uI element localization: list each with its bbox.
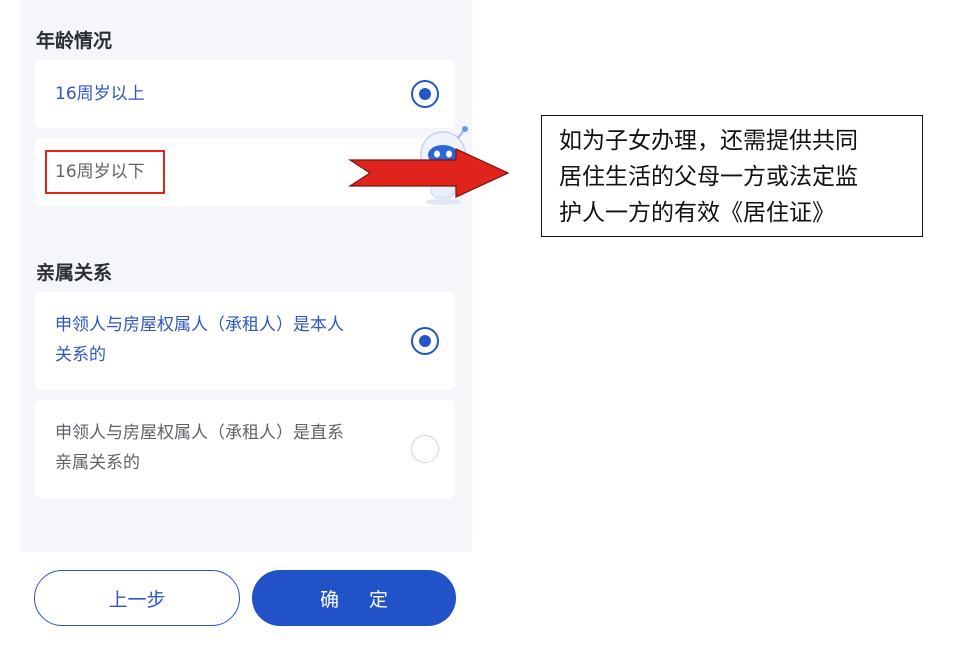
option-over-16-label: 16周岁以上 — [55, 84, 145, 104]
option-over-16[interactable]: 16周岁以上 — [35, 60, 455, 128]
option-direct-relative-label: 申领人与房屋权属人（承租人）是直系 亲属关系的 — [55, 418, 344, 478]
annotation-line3: 护人一方的有效《居住证》 — [559, 200, 835, 226]
radio-self-relation[interactable] — [411, 327, 439, 355]
radio-direct-relative[interactable] — [411, 435, 439, 463]
previous-step-button[interactable]: 上一步 — [34, 570, 240, 626]
confirm-button[interactable]: 确 定 — [252, 570, 456, 626]
mobile-form-screen: 年龄情况 16周岁以上 16周岁以下 亲属关系 申领人与房屋权属人（承租人）是本… — [20, 0, 472, 552]
option-self-relation-line1: 申领人与房屋权属人（承租人）是本人 — [55, 315, 344, 335]
option-direct-relative-line1: 申领人与房屋权属人（承租人）是直系 — [55, 423, 344, 443]
age-section-title: 年龄情况 — [36, 30, 113, 52]
right-arrow-icon — [348, 148, 510, 198]
radio-over-16[interactable] — [411, 80, 439, 108]
option-direct-relative-line2: 亲属关系的 — [55, 453, 140, 473]
previous-step-label: 上一步 — [108, 588, 166, 611]
option-self-relation-line2: 关系的 — [55, 345, 106, 365]
confirm-label: 确 定 — [319, 588, 401, 611]
option-self-relation-label: 申领人与房屋权属人（承租人）是本人 关系的 — [55, 310, 344, 370]
annotation-note: 如为子女办理，还需提供共同 居住生活的父母一方或法定监 护人一方的有效《居住证》 — [541, 115, 923, 237]
highlight-box — [45, 150, 165, 194]
relation-section-title: 亲属关系 — [36, 262, 113, 284]
annotation-line2: 居住生活的父母一方或法定监 — [559, 164, 858, 190]
option-direct-relative[interactable]: 申领人与房屋权属人（承租人）是直系 亲属关系的 — [35, 400, 455, 498]
annotation-line1: 如为子女办理，还需提供共同 — [559, 128, 858, 154]
option-self-relation[interactable]: 申领人与房屋权属人（承租人）是本人 关系的 — [35, 292, 455, 390]
